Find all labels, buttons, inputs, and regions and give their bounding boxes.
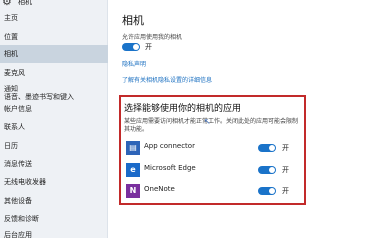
sidebar-item-radios[interactable]: 无线电收发器 <box>0 173 108 191</box>
section-title: 选择能够使用你的相机的应用 <box>124 104 242 114</box>
settings-window: ⚙ 相机 主页 位置 相机 麦克风 通知 语音、墨迹书写和键入 帐户信息 联系人… <box>0 0 366 239</box>
app-connector-toggle[interactable] <box>258 144 276 152</box>
sidebar-item-background-apps[interactable]: 后台应用 <box>0 226 108 244</box>
window-title: 相机 <box>18 0 32 6</box>
onenote-toggle-label: 开 <box>282 187 289 195</box>
microsoft-edge-toggle[interactable] <box>258 166 276 174</box>
app-name: Microsoft Edge <box>144 164 196 172</box>
app-name: OneNote <box>144 185 175 193</box>
section-description: 某些应用需要访问相机才能正常工作。关闭此处的应用可能会限制其功能。 <box>124 118 299 133</box>
sidebar: ⚙ 相机 主页 位置 相机 麦克风 通知 语音、墨迹书写和键入 帐户信息 联系人… <box>0 0 108 239</box>
gear-icon: ⚙ <box>2 0 12 8</box>
camera-master-toggle-label: 开 <box>145 43 152 51</box>
app-connector-icon: ▤ <box>126 141 140 155</box>
app-row-onenote: N OneNote 开 <box>121 182 304 204</box>
app-row-microsoft-edge: e Microsoft Edge 开 <box>121 161 304 183</box>
mouse-cursor-icon: ↖ <box>204 117 211 126</box>
allow-camera-text: 允许应用使用我的相机 <box>122 34 183 41</box>
microsoft-edge-toggle-label: 开 <box>282 166 289 174</box>
app-connector-toggle-label: 开 <box>282 144 289 152</box>
edge-icon: e <box>126 163 140 177</box>
sidebar-item-other-devices[interactable]: 其他设备 <box>0 192 108 210</box>
app-permissions-section: 选择能够使用你的相机的应用 某些应用需要访问相机才能正常工作。关闭此处的应用可能… <box>119 95 306 205</box>
sidebar-item-messaging[interactable]: 消息传送 <box>0 155 108 173</box>
app-row-app-connector: ▤ App connector 开 <box>121 139 304 161</box>
sidebar-item-home[interactable]: 主页 <box>0 9 108 27</box>
sidebar-item-location[interactable]: 位置 <box>0 28 108 46</box>
learn-more-link[interactable]: 了解有关相机隐私设置的详细信息 <box>122 75 212 84</box>
sidebar-item-camera[interactable]: 相机 <box>0 45 108 63</box>
sidebar-item-account-info[interactable]: 帐户信息 <box>0 100 108 118</box>
sidebar-item-contacts[interactable]: 联系人 <box>0 118 108 136</box>
sidebar-item-calendar[interactable]: 日历 <box>0 137 108 155</box>
page-title: 相机 <box>122 14 144 27</box>
privacy-statement-link[interactable]: 隐私声明 <box>122 59 146 68</box>
camera-master-toggle[interactable] <box>122 43 140 51</box>
app-name: App connector <box>144 142 195 150</box>
onenote-icon: N <box>126 184 140 198</box>
onenote-toggle[interactable] <box>258 187 276 195</box>
